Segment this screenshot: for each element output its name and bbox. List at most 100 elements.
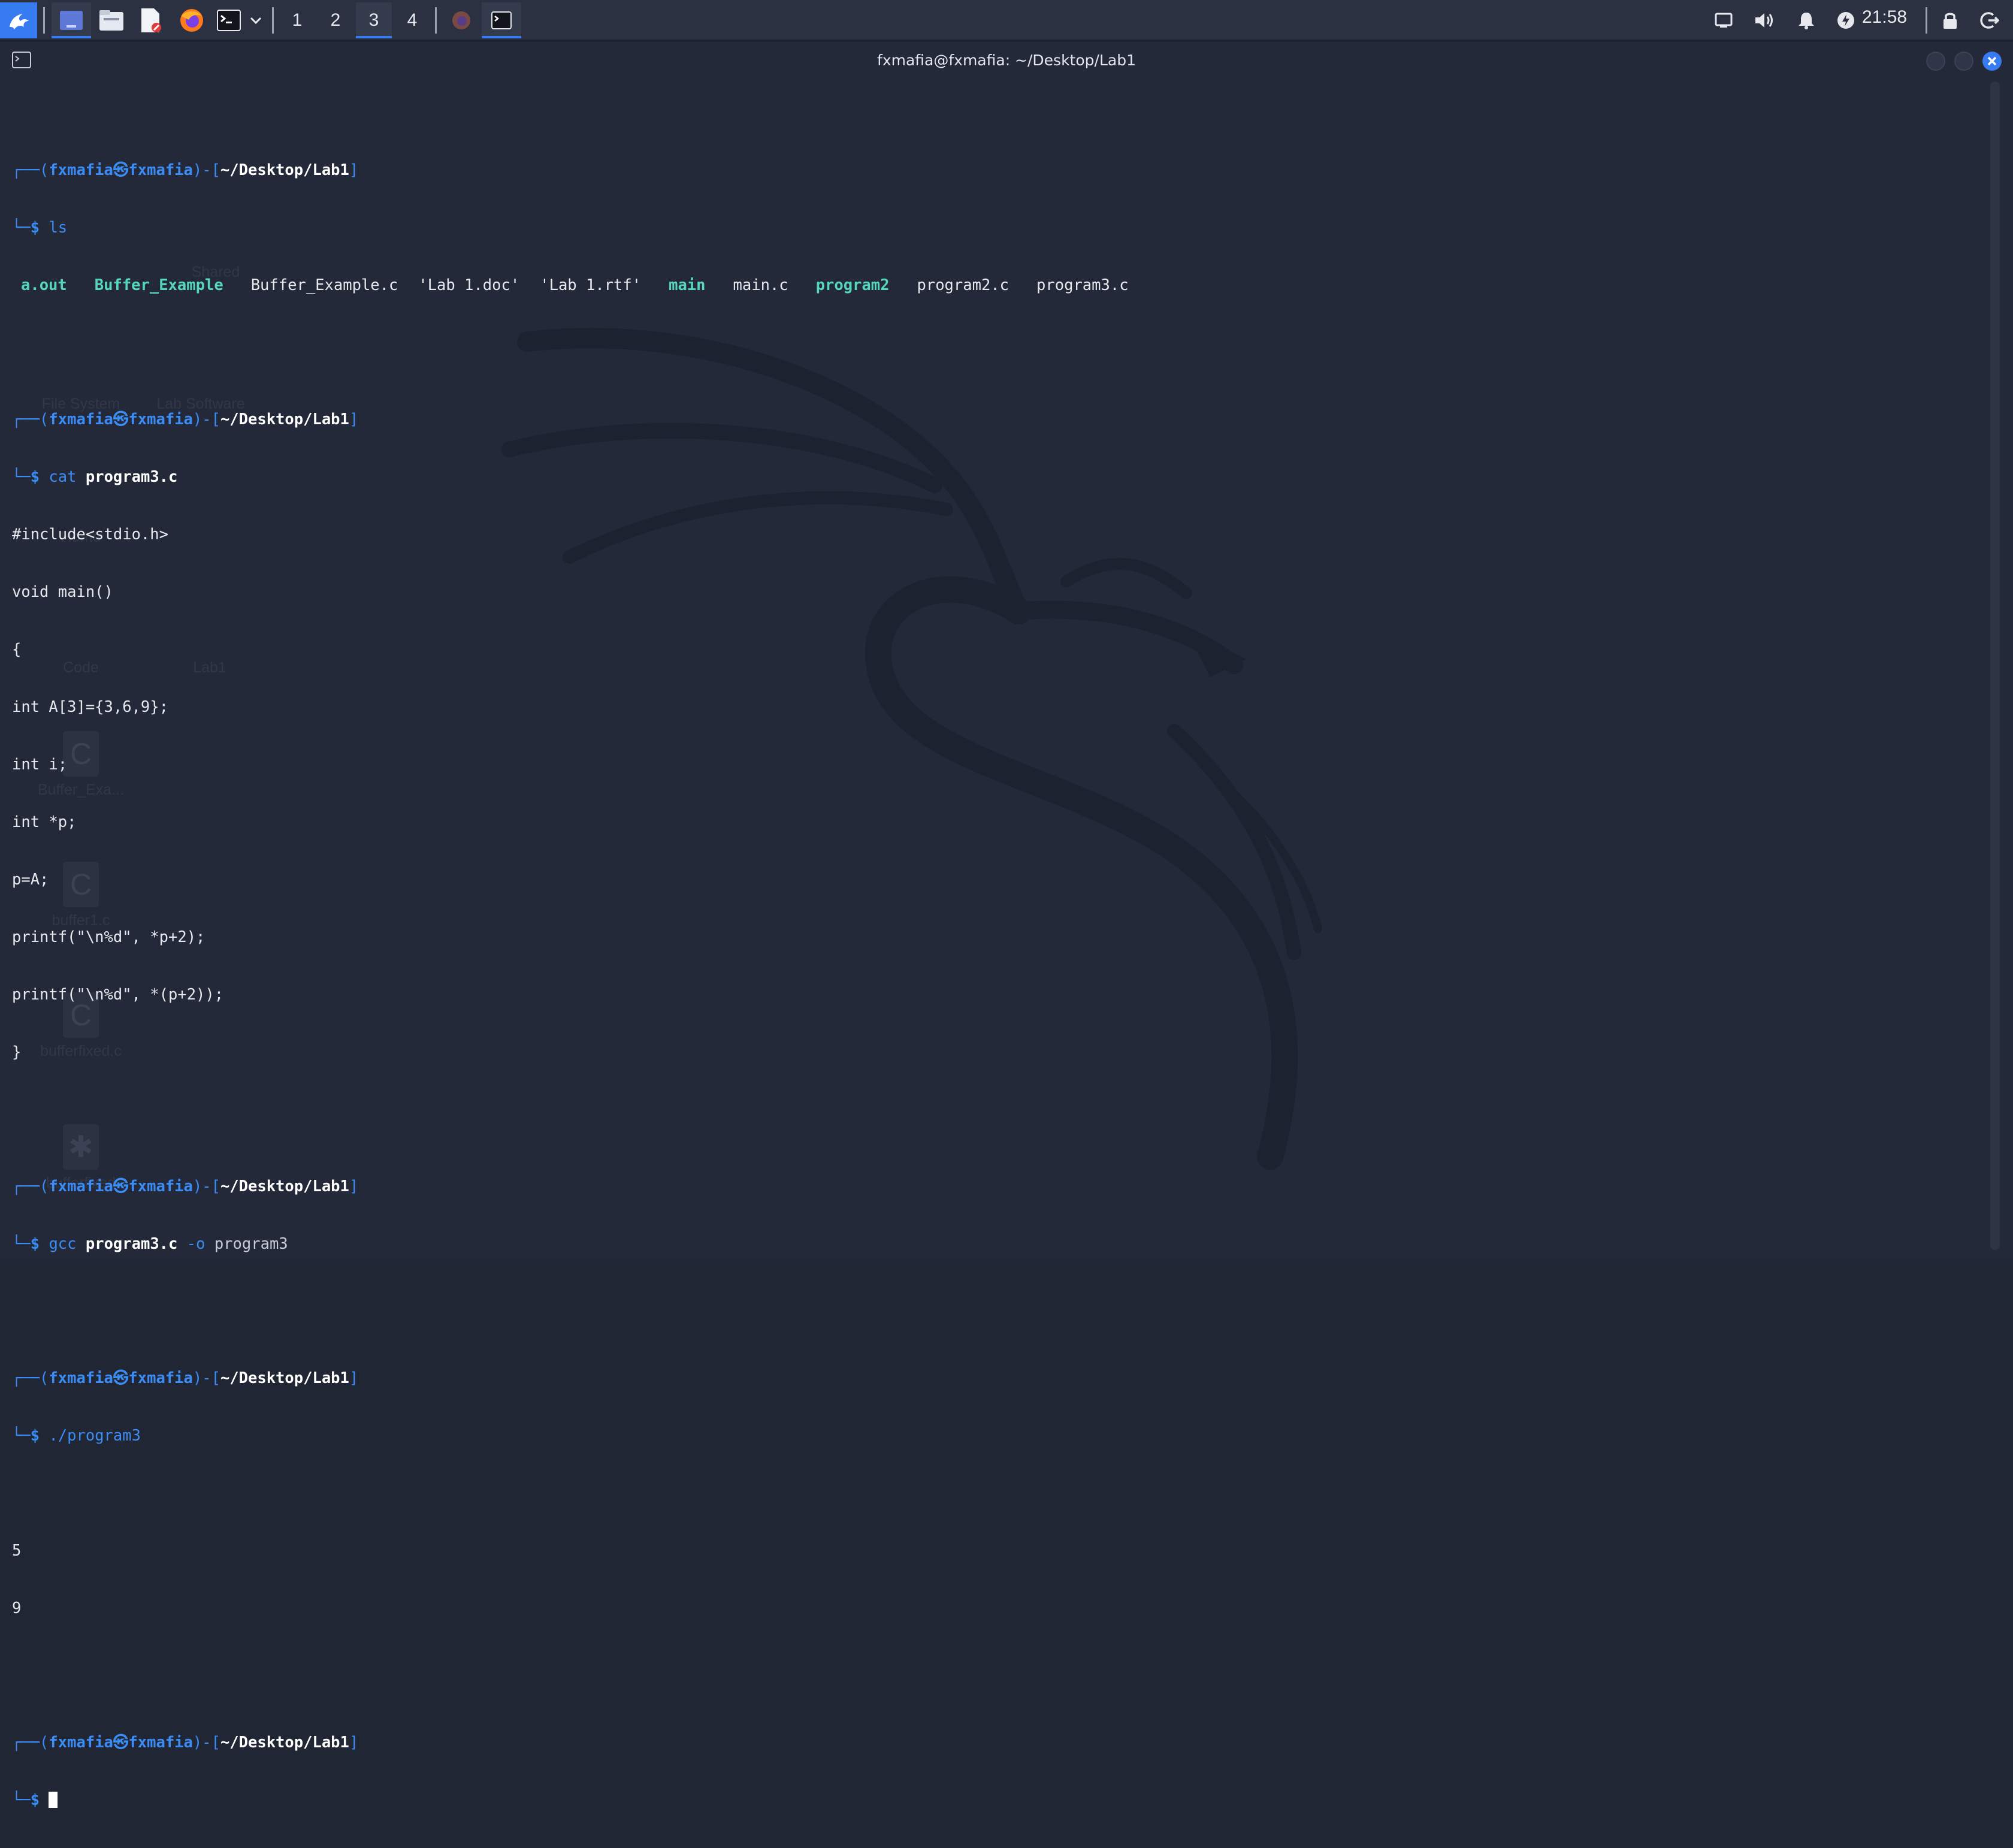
prompt-line: ┌──(fxmafia㉿fxmafia)-[~/Desktop/Lab1] [12,410,1129,429]
notifications-button[interactable] [1791,2,1821,38]
prompt-dollar: $ [30,219,40,237]
workspace-label: 2 [330,10,341,30]
logout-button[interactable] [1975,2,2005,38]
prompt-host: fxmafia [128,161,193,179]
code-line: printf("\n%d", *(p+2)); [12,986,224,1004]
ls-entry: a.out [21,276,67,294]
workspace-3[interactable]: 3 [356,2,392,38]
program-output-line: 9 [12,1599,22,1617]
taskbar-terminal-window[interactable] [482,2,521,38]
code-line: void main() [12,583,113,601]
prompt-dollar: $ [30,1791,40,1809]
clock[interactable]: 21:58 [1862,7,1907,28]
prompt-host: fxmafia [128,1177,193,1195]
show-desktop-icon [60,11,83,30]
kali-menu-icon [10,14,29,29]
text-editor-launcher[interactable] [133,2,169,38]
prompt-at: ㉿ [113,1177,129,1195]
close-icon [1987,56,1997,66]
prompt-line: ┌──(fxmafia㉿fxmafia)-[~/Desktop/Lab1] [12,161,1129,180]
ls-entry: Buffer_Example.c [250,276,398,294]
lock-screen-button[interactable] [1935,2,1965,38]
command-text: gcc [49,1235,77,1253]
prompt-path: ~/Desktop/Lab1 [220,1734,349,1752]
code-line: { [12,641,22,659]
program-output-line [12,1484,1129,1503]
text-editor-icon [141,8,161,32]
prompt-bracket: ┌──( [12,1177,49,1195]
top-panel: 1 2 3 4 21:58 [0,0,2013,41]
workspace-2[interactable]: 2 [318,2,353,38]
prompt-line: ┌──(fxmafia㉿fxmafia)-[~/Desktop/Lab1] [12,1369,1129,1388]
prompt-dollar: $ [30,1427,40,1445]
terminal-window[interactable]: Shared File System Lab Software Home Cod… [0,42,2013,1809]
terminal-launcher[interactable] [213,2,244,38]
window-titlebar[interactable]: fxmafia@fxmafia: ~/Desktop/Lab1 [0,42,2013,79]
taskbar-firefox-window[interactable] [443,2,479,38]
file-manager-launcher[interactable] [93,2,129,38]
code-line: int A[3]={3,6,9}; [12,698,168,716]
prompt-host: fxmafia [128,410,193,428]
prompt-host: fxmafia [128,1369,193,1387]
command-line: └─$ gcc program3.c -o program3 [12,1234,1129,1254]
ls-entry: 'Lab 1.rtf' [540,276,642,294]
terminal-launcher-menu[interactable] [246,2,266,38]
kali-menu-button[interactable] [0,2,37,38]
terminal-output[interactable]: ┌──(fxmafia㉿fxmafia)-[~/Desktop/Lab1] └─… [12,103,1129,1848]
prompt-line: ┌──(fxmafia㉿fxmafia)-[~/Desktop/Lab1] [12,1733,1129,1752]
command-arg: program3.c [85,1235,178,1253]
prompt-bracket: ┌──( [12,410,49,428]
prompt-bracket: ] [349,1369,359,1387]
prompt-bracket: )-[ [192,410,220,428]
workspace-label: 4 [407,10,418,30]
command-arg: program3.c [85,468,178,486]
power-manager-button[interactable] [1831,2,1861,38]
command-input-line[interactable]: └─$ [12,1790,1129,1810]
logout-icon [1980,12,1999,29]
prompt-host: fxmafia [128,1734,193,1752]
prompt-at: ㉿ [113,1369,129,1387]
prompt-at: ㉿ [113,161,129,179]
firefox-launcher[interactable] [174,2,210,38]
command-line: └─$ ls [12,218,1129,237]
prompt-path: ~/Desktop/Lab1 [220,410,349,428]
code-line: int *p; [12,813,77,831]
command-text: ls [49,219,68,237]
workspace-1[interactable]: 1 [279,2,315,38]
prompt-bracket: ┌──( [12,1734,49,1752]
prompt-bracket: ] [349,410,359,428]
terminal-icon [217,10,241,31]
display-button[interactable] [1709,2,1739,38]
panel-separator [1926,7,1927,34]
volume-button[interactable] [1749,2,1779,38]
show-desktop-button[interactable] [52,2,91,38]
power-manager-icon [1837,12,1854,29]
command-arg: program3 [214,1235,288,1253]
prompt-bracket: )-[ [192,1734,220,1752]
ls-entry: Buffer_Example [94,276,223,294]
ls-entry: main [669,276,706,294]
code-line: p=A; [12,871,49,889]
workspace-4[interactable]: 4 [394,2,430,38]
command-text: ./program3 [49,1427,141,1445]
program-output-line: 5 [12,1542,22,1560]
prompt-bracket: ] [349,1734,359,1752]
close-button[interactable] [1982,52,2002,71]
code-line: int i; [12,756,68,774]
terminal-scrollbar[interactable] [1990,81,2000,1250]
prompt-arrow: └─ [12,219,31,237]
minimize-button[interactable] [1926,52,1945,71]
command-line: └─$ cat program3.c [12,467,1129,487]
panel-separator [435,7,437,34]
command-flag: -o [186,1235,205,1253]
maximize-button[interactable] [1954,52,1973,71]
notifications-icon [1799,13,1814,29]
file-manager-icon [99,10,123,31]
terminal-window-icon [491,11,512,29]
prompt-arrow: └─ [12,1235,31,1253]
ls-output: a.out Buffer_Example Buffer_Example.c 'Lab … [12,276,1129,295]
prompt-bracket: ] [349,161,359,179]
